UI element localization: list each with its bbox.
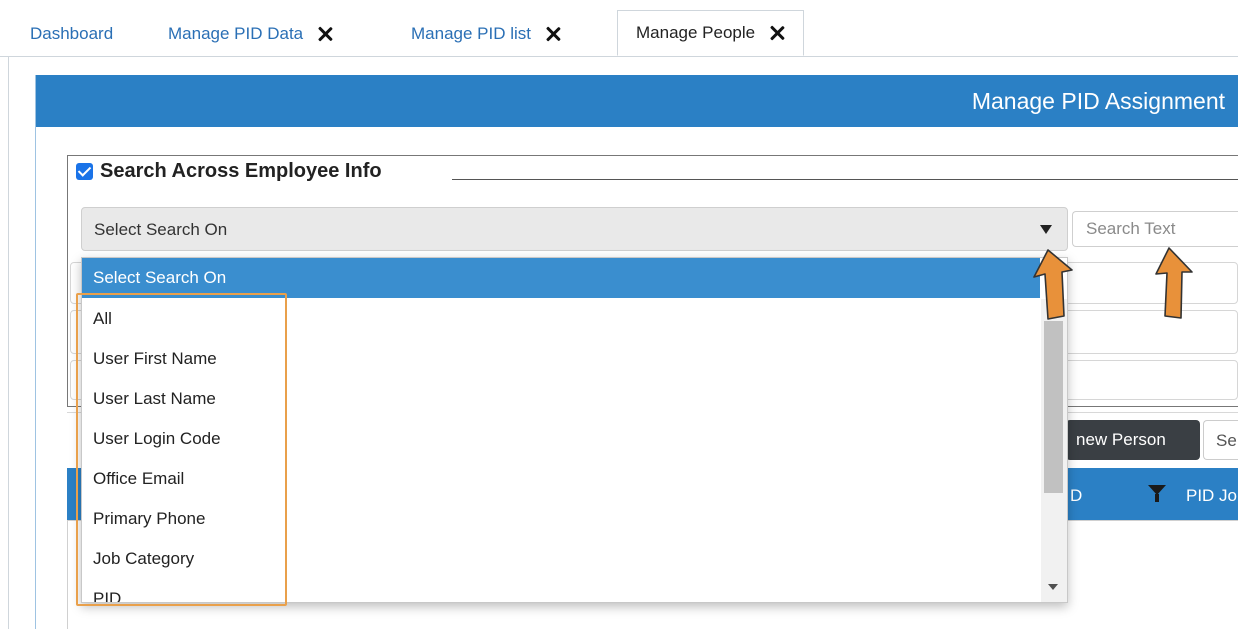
tab-manage-pid-list[interactable]: Manage PID list <box>411 12 561 56</box>
tab-dashboard[interactable]: Dashboard <box>30 12 113 56</box>
grid-column-pid-job[interactable]: PID Jo <box>1186 486 1237 506</box>
option-job-category[interactable]: Job Category <box>82 539 1040 579</box>
filter-icon-stem <box>1155 494 1159 502</box>
input-text: Se <box>1216 431 1237 450</box>
add-new-person-button[interactable]: new Person <box>1066 420 1200 460</box>
button-label: new Person <box>1076 430 1166 449</box>
grid-search-input[interactable]: Se <box>1203 420 1238 460</box>
search-text-input[interactable] <box>1072 211 1238 247</box>
option-user-last-name[interactable]: User Last Name <box>82 379 1040 419</box>
option-pid[interactable]: PID <box>82 579 1040 602</box>
close-icon[interactable] <box>317 26 333 42</box>
tab-label: Manage People <box>636 23 756 42</box>
search-legend-label: Search Across Employee Info <box>100 160 382 182</box>
tab-divider <box>0 56 1238 57</box>
caret-down-icon <box>1040 225 1052 234</box>
search-across-checkbox[interactable] <box>76 163 93 180</box>
search-on-dropdown: Select Search On All User First Name Use… <box>81 257 1068 603</box>
option-office-email[interactable]: Office Email <box>82 459 1040 499</box>
scroll-down-arrow-icon[interactable] <box>1048 584 1058 590</box>
option-user-first-name[interactable]: User First Name <box>82 339 1040 379</box>
scrollbar-thumb[interactable] <box>1044 321 1063 493</box>
tab-label: Manage PID Data <box>168 24 304 43</box>
select-value: Select Search On <box>94 220 228 239</box>
content-border <box>8 56 9 629</box>
panel-title: Manage PID Assignment <box>971 88 1225 114</box>
tab-manage-people[interactable]: Manage People <box>617 10 805 56</box>
option-all[interactable]: All <box>82 299 1040 339</box>
panel-header: Manage PID Assignment <box>36 75 1238 127</box>
option-primary-phone[interactable]: Primary Phone <box>82 499 1040 539</box>
arrow-pointer-icon <box>1155 247 1193 319</box>
grid-column-pid[interactable]: D <box>1070 486 1082 506</box>
tab-manage-pid-data[interactable]: Manage PID Data <box>168 12 333 56</box>
search-legend: Search Across Employee Info <box>76 160 384 183</box>
close-icon[interactable] <box>769 25 785 41</box>
search-on-select[interactable]: Select Search On <box>81 207 1068 251</box>
legend-rule <box>452 179 1238 180</box>
option-user-login-code[interactable]: User Login Code <box>82 419 1040 459</box>
arrow-pointer-icon <box>1033 249 1073 320</box>
close-icon[interactable] <box>545 26 561 42</box>
tab-label: Dashboard <box>30 24 114 43</box>
tab-label: Manage PID list <box>411 24 531 43</box>
option-select-search-on[interactable]: Select Search On <box>82 258 1040 298</box>
